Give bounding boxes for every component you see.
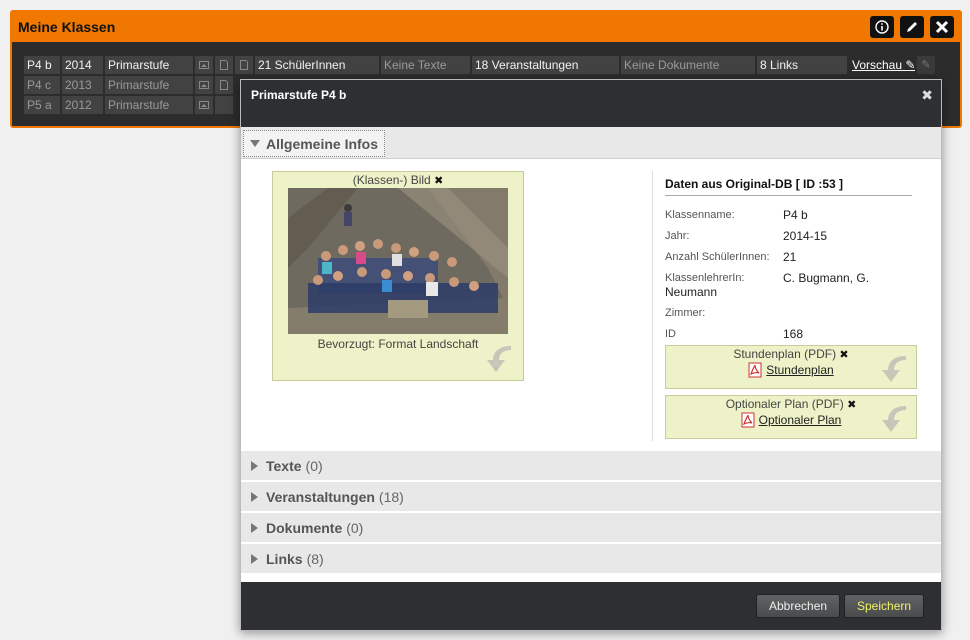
triangle-right-icon: [251, 522, 258, 533]
remove-pdf-icon[interactable]: ✖: [847, 399, 856, 411]
upload-arrow-icon: [882, 406, 906, 432]
section-label: Allgemeine Infos: [266, 135, 379, 152]
remove-image-icon[interactable]: ✖: [434, 175, 443, 187]
table-row[interactable]: P4 b 2014 Primarstufe 21 SchülerInnen Ke…: [24, 56, 950, 74]
documents-cell: Keine Dokumente: [621, 56, 755, 74]
accordion-links[interactable]: Links (8): [241, 544, 941, 575]
optionaler-plan-dropzone[interactable]: Optionaler Plan (PDF) ✖ Optionaler Plan: [665, 395, 917, 439]
close-panel-button[interactable]: [930, 16, 954, 38]
triangle-right-icon: [251, 460, 258, 471]
class-name-cell: P4 b: [24, 56, 60, 74]
pdf-icon: [741, 412, 755, 428]
info-row: Anzahl SchülerInnen: 21: [665, 250, 797, 264]
class-year-cell: 2013: [62, 76, 103, 94]
info-button[interactable]: [870, 16, 894, 38]
preview-link[interactable]: Vorschau ✎: [849, 56, 915, 74]
class-level-cell: Primarstufe: [105, 56, 193, 74]
info-row: Zimmer:: [665, 307, 706, 319]
accordion-veranstaltungen[interactable]: Veranstaltungen (18): [241, 482, 941, 513]
texts-cell: Keine Texte: [381, 56, 470, 74]
section-count: (8): [306, 550, 324, 567]
info-row: ID 168: [665, 327, 804, 341]
edit-button[interactable]: [900, 16, 924, 38]
pdf-icon: [748, 362, 762, 378]
image-cell[interactable]: [195, 76, 213, 94]
triangle-down-icon: [250, 140, 260, 147]
close-icon: [935, 20, 949, 34]
document-icon: [220, 60, 228, 70]
doc2-cell[interactable]: [235, 56, 253, 74]
pencil-icon: ✎: [921, 59, 931, 71]
class-name-cell: P4 c: [24, 76, 60, 94]
image-cell[interactable]: [195, 96, 213, 114]
stundenplan-dropzone[interactable]: Stundenplan (PDF) ✖ Stundenplan: [665, 345, 917, 389]
doc-cell[interactable]: [215, 56, 233, 74]
section-count: (0): [305, 457, 323, 474]
info-row: Jahr: 2014-15: [665, 229, 828, 243]
dialog-title: Primarstufe P4 b: [251, 88, 347, 102]
pencil-icon: [907, 22, 917, 32]
section-label: Veranstaltungen: [266, 488, 375, 505]
class-image-dropzone[interactable]: (Klassen-) Bild ✖ Bevorzugt: Format Land…: [272, 171, 524, 381]
doc-cell[interactable]: [215, 76, 233, 94]
save-button[interactable]: Speichern: [844, 594, 925, 618]
pdf-box-label: Stundenplan (PDF): [733, 347, 837, 361]
pdf-box-label: Optionaler Plan (PDF): [725, 397, 844, 411]
triangle-right-icon: [251, 553, 258, 564]
panel-title: Meine Klassen: [18, 19, 116, 35]
class-year-cell: 2014: [62, 56, 103, 74]
accordion-texte[interactable]: Texte (0): [241, 451, 941, 482]
section-label: Dokumente: [266, 519, 343, 536]
image-icon: [199, 61, 209, 69]
info-row: KlassenlehrerIn: C. Bugmann, G.: [665, 271, 870, 285]
accordion-header-allgemeine-infos: Allgemeine Infos: [241, 127, 941, 159]
document-icon: [240, 60, 248, 70]
info-row: Klassenname: P4 b: [665, 208, 808, 222]
class-edit-dialog: Primarstufe P4 b ✖ Allgemeine Infos (Kla…: [240, 79, 942, 631]
cancel-button[interactable]: Abbrechen: [756, 594, 841, 618]
optionaler-plan-link[interactable]: Optionaler Plan: [759, 413, 842, 427]
pencil-icon: ✎: [905, 58, 915, 72]
accordion-dokumente[interactable]: Dokumente (0): [241, 513, 941, 544]
panel-header: Meine Klassen: [12, 12, 960, 42]
remove-pdf-icon[interactable]: ✖: [839, 349, 848, 361]
image-icon: [199, 101, 209, 109]
edit-row-button[interactable]: ✎: [917, 56, 935, 74]
image-icon: [199, 81, 209, 89]
section-label: Texte: [266, 457, 302, 474]
class-level-cell: Primarstufe: [105, 76, 193, 94]
dialog-header: Primarstufe P4 b ✖: [241, 80, 941, 127]
class-photo: [288, 188, 508, 334]
image-box-label: (Klassen-) Bild: [352, 173, 431, 187]
upload-arrow-icon: [487, 346, 511, 372]
blank-cell: [215, 96, 233, 114]
section-label: Links: [266, 550, 303, 567]
section-count: (0): [346, 519, 364, 536]
info-row-continued: Neumann: [665, 285, 718, 299]
dialog-footer: Abbrechen Speichern: [241, 582, 941, 630]
events-cell: 18 Veranstaltungen: [472, 56, 619, 74]
students-cell: 21 SchülerInnen: [255, 56, 379, 74]
image-cell[interactable]: [195, 56, 213, 74]
close-icon[interactable]: ✖: [921, 87, 933, 104]
allgemeine-infos-body: (Klassen-) Bild ✖ Bevorzugt: Format Land…: [241, 159, 941, 451]
links-cell: 8 Links: [757, 56, 847, 74]
tab-allgemeine-infos[interactable]: Allgemeine Infos: [243, 130, 386, 157]
info-icon: [875, 20, 889, 34]
original-db-info: Daten aus Original-DB [ ID :53 ] Klassen…: [665, 171, 915, 341]
divider: [652, 171, 653, 441]
class-level-cell: Primarstufe: [105, 96, 193, 114]
info-title: Daten aus Original-DB [ ID :53 ]: [665, 171, 912, 196]
upload-arrow-icon: [882, 356, 906, 382]
class-year-cell: 2012: [62, 96, 103, 114]
class-name-cell: P5 a: [24, 96, 60, 114]
triangle-right-icon: [251, 491, 258, 502]
section-count: (18): [378, 488, 404, 505]
document-icon: [220, 80, 228, 90]
stundenplan-link[interactable]: Stundenplan: [766, 363, 833, 377]
